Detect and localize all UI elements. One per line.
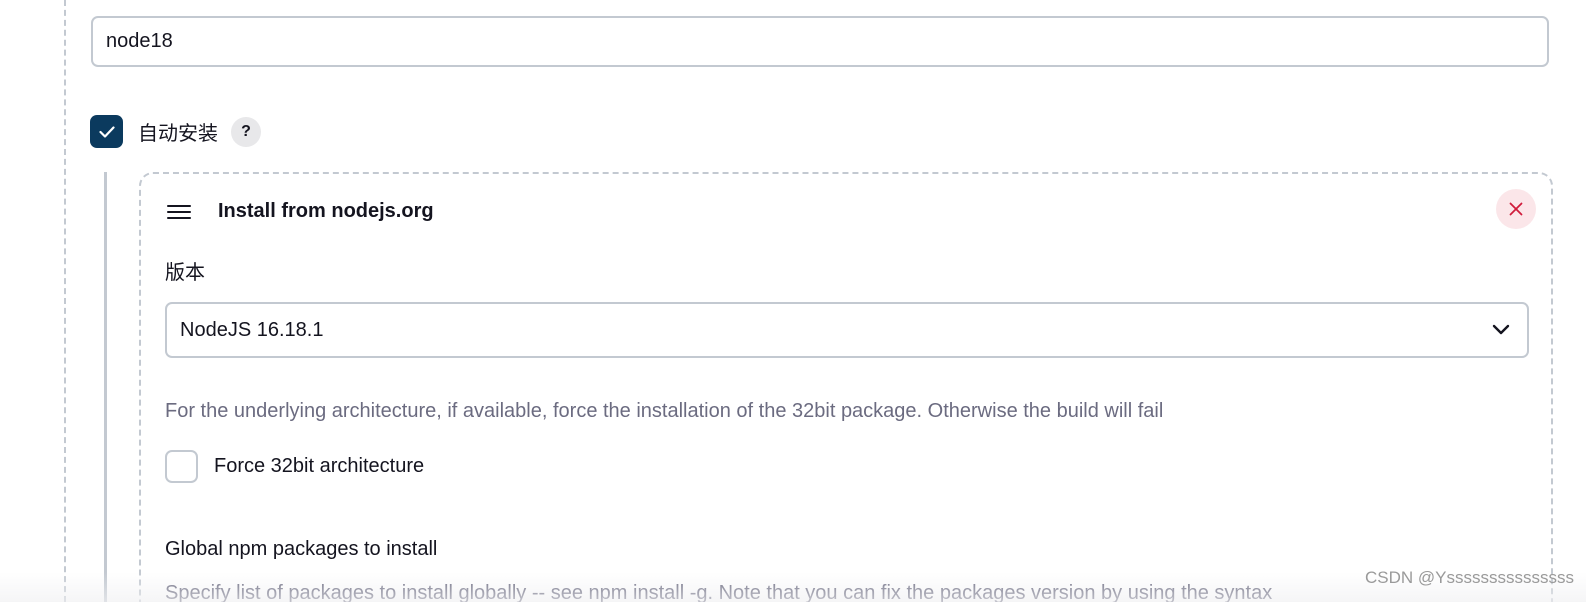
help-icon: ? <box>241 122 251 140</box>
force32-checkbox[interactable] <box>165 450 198 483</box>
force32-label[interactable]: Force 32bit architecture <box>214 455 424 478</box>
tool-config-page: 自动安装 ? Install from nodejs.org 版本 NodeJS… <box>0 0 1586 602</box>
outer-dashed-border <box>64 0 66 602</box>
npm-packages-label: Global npm packages to install <box>165 538 438 560</box>
check-icon <box>98 125 115 138</box>
version-select[interactable]: NodeJS 16.18.1 <box>165 302 1529 358</box>
help-button[interactable]: ? <box>231 116 261 147</box>
remove-installer-button[interactable] <box>1496 189 1536 229</box>
close-icon <box>1509 202 1523 216</box>
installer-title: Install from nodejs.org <box>218 200 434 222</box>
installer-panel: Install from nodejs.org 版本 NodeJS 16.18.… <box>139 172 1553 602</box>
auto-install-row: 自动安装 ? <box>90 115 261 148</box>
auto-install-checkbox[interactable] <box>90 115 123 148</box>
chevron-down-icon <box>1492 324 1510 335</box>
watermark: CSDN @Ysssssssssssssss <box>1365 568 1574 587</box>
force32-description: For the underlying architecture, if avai… <box>165 400 1164 422</box>
tool-name-input[interactable] <box>91 16 1549 67</box>
hamburger-icon[interactable] <box>167 204 191 220</box>
npm-packages-description: Specify list of packages to install glob… <box>165 582 1273 602</box>
force32-row: Force 32bit architecture <box>165 450 424 483</box>
version-label: 版本 <box>165 262 205 284</box>
nesting-line <box>104 172 107 602</box>
version-selected-value: NodeJS 16.18.1 <box>180 319 324 341</box>
auto-install-label[interactable]: 自动安装 <box>138 117 218 146</box>
